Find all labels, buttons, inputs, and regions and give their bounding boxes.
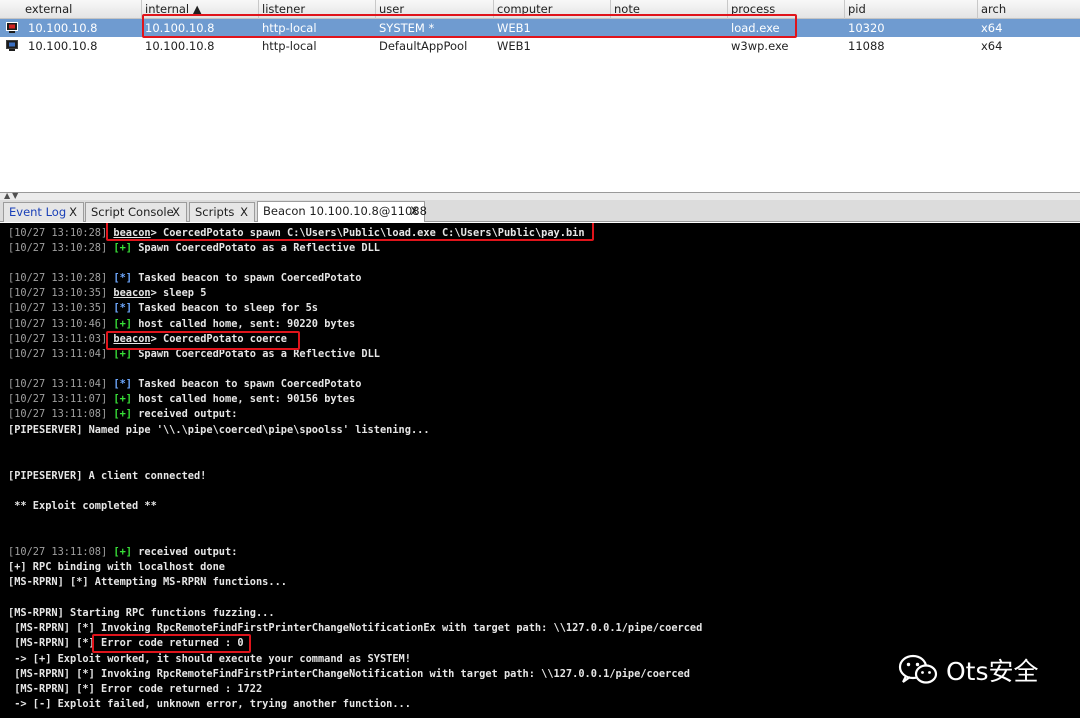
cell-process: w3wp.exe <box>731 39 789 53</box>
tab-close-button[interactable]: X <box>240 203 248 221</box>
console-line: [10/27 13:11:08] [+] received output: <box>8 546 238 558</box>
tab-close-button[interactable]: X <box>410 202 418 220</box>
tab-event-log[interactable]: Event Log X <box>3 202 84 222</box>
tab-label: Script Console <box>91 205 174 219</box>
console-line: [MS-RPRN] [*] Invoking RpcRemoteFindFirs… <box>8 668 690 680</box>
table-row[interactable]: 10.100.10.8 10.100.10.8 http-local Defau… <box>0 37 1080 55</box>
watermark: Ots安全 <box>898 650 1039 690</box>
cell-pid: 10320 <box>848 21 885 35</box>
cell-arch: x64 <box>981 39 1003 53</box>
console-line: [10/27 13:11:08] [+] received output: <box>8 408 238 420</box>
console-line: [10/27 13:11:04] [*] Tasked beacon to sp… <box>8 378 362 390</box>
highlight-box <box>92 634 251 653</box>
cell-note <box>611 37 728 55</box>
tab-script-console[interactable]: Script Console X <box>85 202 187 222</box>
column-header-arch[interactable]: arch <box>978 0 1080 19</box>
cell-arch: x64 <box>981 21 1003 35</box>
tab-scripts[interactable]: Scripts X <box>189 202 255 222</box>
cell-user: DefaultAppPool <box>379 39 468 53</box>
cell-internal: 10.100.10.8 <box>145 39 215 53</box>
console-line: [10/27 13:11:07] [+] host called home, s… <box>8 393 356 405</box>
console-line: [+] RPC binding with localhost done <box>8 561 225 573</box>
wechat-icon <box>898 654 938 684</box>
tab-close-button[interactable]: X <box>69 203 77 221</box>
console-line: ** Exploit completed ** <box>8 500 157 512</box>
tab-beacon[interactable]: Beacon 10.100.10.8@11088 X <box>257 201 427 222</box>
console-line: [MS-RPRN] [*] Attempting MS-RPRN functio… <box>8 576 287 588</box>
console-line: [10/27 13:10:35] [*] Tasked beacon to sl… <box>8 302 318 314</box>
console-line: [MS-RPRN] [*] Error code returned : 1722 <box>8 683 263 695</box>
console-line: [10/27 13:10:28] [+] Spawn CoercedPotato… <box>8 242 380 254</box>
console-line: [MS-RPRN] Starting RPC functions fuzzing… <box>8 607 275 619</box>
cell-pid: 11088 <box>848 39 885 53</box>
collapse-arrows-icon[interactable]: ▲▼ <box>4 191 20 200</box>
cell-external: 10.100.10.8 <box>28 39 98 53</box>
beacon-console[interactable]: [10/27 13:10:28] beacon> CoercedPotato s… <box>0 223 1080 718</box>
console-line: -> [-] Exploit failed, unknown error, tr… <box>8 698 411 710</box>
console-line: -> [+] Exploit worked, it should execute… <box>8 653 411 665</box>
console-line: [10/27 13:10:28] [*] Tasked beacon to sp… <box>8 272 362 284</box>
session-table: external internal ▲ listener user comput… <box>0 0 1080 193</box>
column-header-external[interactable]: external <box>22 0 142 19</box>
highlight-box <box>106 331 300 350</box>
cell-external: 10.100.10.8 <box>28 21 98 35</box>
splitter-handle[interactable]: ▲▼ <box>0 191 1080 200</box>
tab-label: Beacon 10.100.10.8@11088 <box>263 204 427 218</box>
tab-bar: Event Log X Script Console X Scripts X B… <box>0 200 1080 222</box>
tab-label: Scripts <box>195 205 235 219</box>
computer-session-icon <box>0 37 22 55</box>
console-line: [PIPESERVER] A client connected! <box>8 470 207 482</box>
computer-session-icon <box>0 19 22 37</box>
highlight-box <box>106 223 594 241</box>
tab-close-button[interactable]: X <box>172 203 180 221</box>
console-line: [PIPESERVER] Named pipe '\\.\pipe\coerce… <box>8 424 430 436</box>
console-line: [10/27 13:10:46] [+] host called home, s… <box>8 318 356 330</box>
cell-listener: http-local <box>262 39 317 53</box>
column-header-pid[interactable]: pid <box>845 0 978 19</box>
tab-label: Event Log <box>9 205 67 219</box>
watermark-text: Ots安全 <box>946 657 1039 686</box>
console-line: [10/27 13:10:35] beacon> sleep 5 <box>8 287 207 299</box>
cell-computer: WEB1 <box>497 39 531 53</box>
highlight-box <box>142 14 797 38</box>
